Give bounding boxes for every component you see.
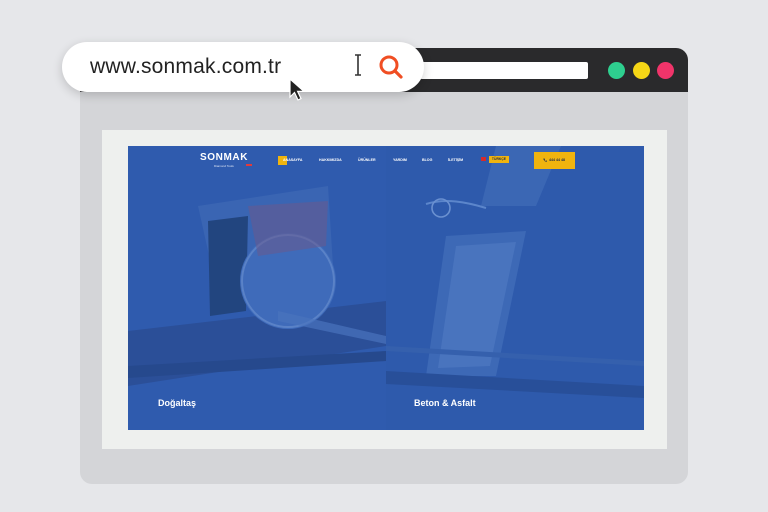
site-logo-tagline: Diamond Tools <box>214 164 234 168</box>
nav-item-home[interactable]: ANASAYFA <box>283 158 302 162</box>
text-cursor-icon <box>355 54 361 76</box>
nav-item-blog[interactable]: BLOG <box>422 158 432 162</box>
category-panel-natural-stone[interactable]: Doğaltaş <box>128 146 386 430</box>
browser-address-bar[interactable] <box>420 62 588 79</box>
panel-label-concrete-asphalt[interactable]: Beton & Asfalt <box>414 398 476 408</box>
search-icon[interactable] <box>378 54 404 80</box>
url-search-bar[interactable]: www.sonmak.com.tr <box>62 42 424 92</box>
mouse-pointer-icon <box>289 78 306 101</box>
website-preview: Doğaltaş Beton & Asfalt SONMAK Diamond T… <box>128 146 644 430</box>
phone-icon <box>543 158 547 162</box>
nav-item-contact[interactable]: İLETİŞİM <box>448 158 463 162</box>
category-panel-concrete-asphalt[interactable]: Beton & Asfalt <box>386 146 644 430</box>
site-logo[interactable]: SONMAK <box>200 152 248 163</box>
turkish-flag-icon <box>481 157 486 161</box>
logo-flag-mark <box>246 164 252 166</box>
nav-item-about[interactable]: HAKKIMIZDA <box>319 158 342 162</box>
phone-number: 444 44 48 <box>549 158 565 162</box>
window-dot-yellow[interactable] <box>633 62 650 79</box>
screenshot-stage: www.sonmak.com.tr Doğaltaş Beton & Asfal… <box>0 0 768 512</box>
url-text[interactable]: www.sonmak.com.tr <box>90 55 281 79</box>
phone-button[interactable]: 444 44 48 <box>534 152 575 169</box>
blade-photo-overlay <box>386 146 644 430</box>
window-dot-green[interactable] <box>608 62 625 79</box>
panel-label-natural-stone[interactable]: Doğaltaş <box>158 398 196 408</box>
nav-item-help[interactable]: YARDIM <box>393 158 407 162</box>
nav-item-products[interactable]: ÜRÜNLER <box>358 158 376 162</box>
site-navbar: SONMAK Diamond Tools ANASAYFA HAKKIMIZDA… <box>128 146 644 176</box>
saw-photo-overlay <box>128 146 386 430</box>
window-dot-red[interactable] <box>657 62 674 79</box>
language-button[interactable]: TÜRKÇE <box>489 156 509 163</box>
